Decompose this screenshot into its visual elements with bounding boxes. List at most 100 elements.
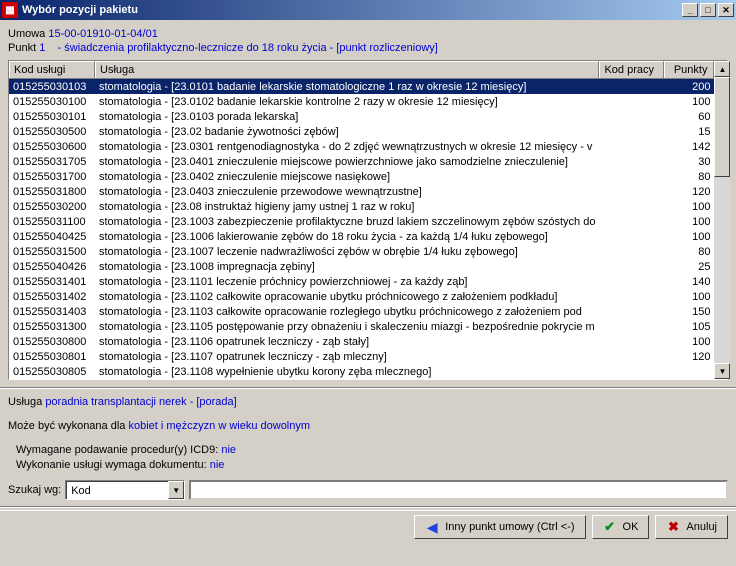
cell-punkty: 80 bbox=[664, 245, 714, 259]
cell-kodpracy bbox=[599, 311, 664, 313]
cell-kod: 015255031500 bbox=[9, 245, 95, 259]
table-row[interactable]: 015255030200stomatologia - [23.08 instru… bbox=[9, 199, 714, 214]
table-row[interactable]: 015255031100stomatologia - [23.1003 zabe… bbox=[9, 214, 714, 229]
ok-button[interactable]: ✔ OK bbox=[592, 515, 650, 539]
cell-usluga: stomatologia - [23.1107 opatrunek leczni… bbox=[95, 350, 599, 364]
table-row[interactable]: 015255031800stomatologia - [23.0403 znie… bbox=[9, 184, 714, 199]
search-mode-value: Kod bbox=[66, 481, 168, 499]
window-title: Wybór pozycji pakietu bbox=[22, 4, 682, 16]
x-icon: ✖ bbox=[666, 520, 680, 534]
table-row[interactable]: 015255030103stomatologia - [23.0101 bada… bbox=[9, 79, 714, 94]
detail-dokument-label: Wykonanie usługi wymaga dokumentu: bbox=[16, 459, 207, 471]
scroll-up-button[interactable]: ▲ bbox=[714, 61, 730, 77]
detail-dokument-row: Wykonanie usługi wymaga dokumentu: nie bbox=[8, 459, 728, 471]
col-punkty-header[interactable]: Punkty bbox=[664, 61, 714, 78]
other-point-label: Inny punkt umowy (Ctrl <-) bbox=[445, 521, 574, 533]
cell-kodpracy bbox=[599, 236, 664, 238]
cell-punkty: 60 bbox=[664, 110, 714, 124]
table-row[interactable]: 015255030800stomatologia - [23.1106 opat… bbox=[9, 334, 714, 349]
table-row[interactable]: 015255040425stomatologia - [23.1006 laki… bbox=[9, 229, 714, 244]
cancel-button[interactable]: ✖ Anuluj bbox=[655, 515, 728, 539]
vertical-scrollbar[interactable]: ▲ ▼ bbox=[714, 61, 730, 379]
cell-kod: 015255031403 bbox=[9, 305, 95, 319]
col-kodpracy-header[interactable]: Kod pracy bbox=[599, 61, 664, 78]
cell-kodpracy bbox=[599, 221, 664, 223]
table-row[interactable]: 015255030805stomatologia - [23.1108 wype… bbox=[9, 364, 714, 379]
cell-punkty: 25 bbox=[664, 260, 714, 274]
umowa-row: Umowa 15-00-01910-01-04/01 bbox=[8, 28, 728, 40]
cell-usluga: stomatologia - [23.0102 badanie lekarski… bbox=[95, 95, 599, 109]
punkt-label: Punkt bbox=[8, 42, 36, 54]
table-row[interactable]: 015255040426stomatologia - [23.1008 impr… bbox=[9, 259, 714, 274]
cell-punkty: 100 bbox=[664, 200, 714, 214]
cell-kodpracy bbox=[599, 326, 664, 328]
table-row[interactable]: 015255031700stomatologia - [23.0402 znie… bbox=[9, 169, 714, 184]
cell-kod: 015255030200 bbox=[9, 200, 95, 214]
detail-panel: Usługa poradnia transplantacji nerek - [… bbox=[0, 389, 736, 476]
other-point-button[interactable]: ◀ Inny punkt umowy (Ctrl <-) bbox=[414, 515, 585, 539]
cell-kod: 015255030800 bbox=[9, 335, 95, 349]
search-input[interactable] bbox=[189, 480, 728, 500]
cell-punkty: 120 bbox=[664, 350, 714, 364]
cell-kod: 015255030500 bbox=[9, 125, 95, 139]
table-row[interactable]: 015255031705stomatologia - [23.0401 znie… bbox=[9, 154, 714, 169]
scroll-down-button[interactable]: ▼ bbox=[714, 363, 730, 379]
table-row[interactable]: 015255031300stomatologia - [23.1105 post… bbox=[9, 319, 714, 334]
cell-usluga: stomatologia - [23.1105 postępowanie prz… bbox=[95, 320, 599, 334]
cell-punkty bbox=[664, 371, 714, 373]
close-button[interactable]: ✕ bbox=[718, 3, 734, 17]
window-buttons: _ □ ✕ bbox=[682, 3, 734, 17]
table-header: Kod usługi Usługa Kod pracy Punkty bbox=[9, 61, 714, 79]
cell-usluga: stomatologia - [23.1003 zabezpieczenie p… bbox=[95, 215, 599, 229]
chevron-down-icon[interactable]: ▼ bbox=[168, 481, 184, 499]
cell-punkty: 100 bbox=[664, 290, 714, 304]
table-row[interactable]: 015255030600stomatologia - [23.0301 rent… bbox=[9, 139, 714, 154]
cancel-label: Anuluj bbox=[686, 521, 717, 533]
services-table: Kod usługi Usługa Kod pracy Punkty 01525… bbox=[8, 60, 728, 380]
cell-punkty: 30 bbox=[664, 155, 714, 169]
col-kod-header[interactable]: Kod usługi bbox=[9, 61, 95, 78]
punkt-value: 1 bbox=[39, 42, 45, 54]
cell-kod: 015255031300 bbox=[9, 320, 95, 334]
detail-icd9-value: nie bbox=[221, 444, 236, 456]
cell-kodpracy bbox=[599, 206, 664, 208]
cell-kodpracy bbox=[599, 161, 664, 163]
table-row[interactable]: 015255030100stomatologia - [23.0102 bada… bbox=[9, 94, 714, 109]
cell-kod: 015255030805 bbox=[9, 365, 95, 379]
cell-punkty: 80 bbox=[664, 170, 714, 184]
punkt-desc: - świadczenia profilaktyczno-lecznicze d… bbox=[58, 42, 438, 54]
table-row[interactable]: 015255030801stomatologia - [23.1107 opat… bbox=[9, 349, 714, 364]
maximize-button[interactable]: □ bbox=[700, 3, 716, 17]
cell-kod: 015255030101 bbox=[9, 110, 95, 124]
cell-kod: 015255031401 bbox=[9, 275, 95, 289]
scroll-thumb[interactable] bbox=[714, 77, 730, 177]
table-row[interactable]: 015255031500stomatologia - [23.1007 lecz… bbox=[9, 244, 714, 259]
cell-usluga: stomatologia - [23.1007 leczenie nadwraż… bbox=[95, 245, 599, 259]
header-area: Umowa 15-00-01910-01-04/01 Punkt 1 - świ… bbox=[0, 20, 736, 384]
col-usluga-header[interactable]: Usługa bbox=[95, 61, 599, 78]
cell-punkty: 100 bbox=[664, 230, 714, 244]
cell-punkty: 142 bbox=[664, 140, 714, 154]
cell-kodpracy bbox=[599, 131, 664, 133]
table-row[interactable]: 015255030101stomatologia - [23.0103 pora… bbox=[9, 109, 714, 124]
cell-kodpracy bbox=[599, 266, 664, 268]
cell-punkty: 105 bbox=[664, 320, 714, 334]
search-row: Szukaj wg: Kod ▼ bbox=[0, 476, 736, 504]
table-row[interactable]: 015255031402stomatologia - [23.1102 całk… bbox=[9, 289, 714, 304]
detail-moze-row: Może być wykonana dla kobiet i mężczyzn … bbox=[8, 420, 728, 432]
umowa-label: Umowa bbox=[8, 28, 45, 40]
search-mode-select[interactable]: Kod ▼ bbox=[65, 480, 185, 500]
check-icon: ✔ bbox=[603, 520, 617, 534]
cell-kodpracy bbox=[599, 341, 664, 343]
cell-kod: 015255031800 bbox=[9, 185, 95, 199]
table-row[interactable]: 015255031401stomatologia - [23.1101 lecz… bbox=[9, 274, 714, 289]
button-row: ◀ Inny punkt umowy (Ctrl <-) ✔ OK ✖ Anul… bbox=[0, 510, 736, 545]
table-row[interactable]: 015255031403stomatologia - [23.1103 całk… bbox=[9, 304, 714, 319]
cell-kodpracy bbox=[599, 176, 664, 178]
table-row[interactable]: 015255030500stomatologia - [23.02 badani… bbox=[9, 124, 714, 139]
detail-usluga-label: Usługa bbox=[8, 396, 42, 408]
minimize-button[interactable]: _ bbox=[682, 3, 698, 17]
cell-usluga: stomatologia - [23.0101 badanie lekarski… bbox=[95, 80, 599, 94]
cell-kodpracy bbox=[599, 86, 664, 88]
cell-kod: 015255031700 bbox=[9, 170, 95, 184]
